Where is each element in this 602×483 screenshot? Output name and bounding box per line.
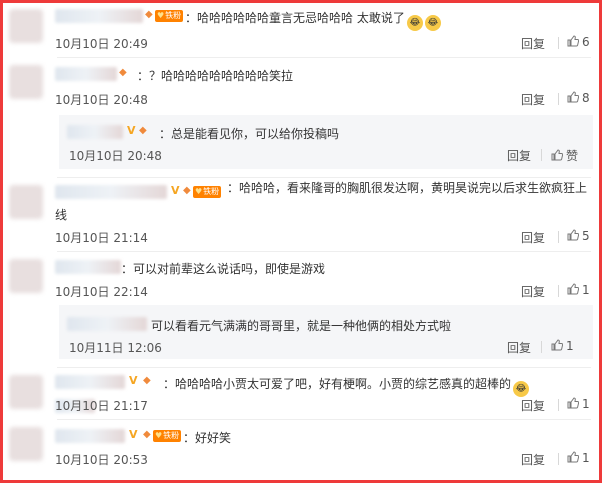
avatar[interactable] [9,427,43,461]
thumbs-up-icon [567,35,579,47]
separator [558,453,559,465]
fan-badge: ♥铁粉 [153,430,182,442]
divider [57,251,591,252]
divider [57,367,591,368]
reply-button[interactable]: 回复 [507,339,531,356]
username[interactable] [67,317,147,331]
avatar[interactable] [9,185,43,219]
like-button[interactable]: 1 [567,451,590,465]
comment-text: ：哈哈哈哈哈哈童言无忌哈哈哈 太敢说了 😂 😂 [185,9,441,31]
separator [558,37,559,49]
laughing-emoji-icon: 😂 [424,15,441,31]
v-badge-icon: V [129,374,138,387]
avatar[interactable] [9,9,43,43]
thumbs-up-icon [567,451,579,463]
avatar[interactable] [9,65,43,99]
comment-text: ：哈哈哈哈小贾太可爱了吧，好有梗啊。小贾的综艺感真的超棒的 😂 [163,375,530,397]
laughing-emoji-icon: 😂 [406,15,423,31]
thumbs-up-icon [567,229,579,241]
comment-time: 10月10日 21:14 [55,231,148,245]
fan-badge: ♥铁粉 [155,10,184,22]
comment-text: ：好好笑 [183,431,232,445]
like-button[interactable]: 1 [567,283,590,297]
avatar[interactable] [9,259,43,293]
fan-level-icon: ◆ [143,429,151,440]
comment-time: 10月10日 20:49 [55,37,148,51]
like-button[interactable]: 6 [567,35,590,49]
v-badge-icon: V [129,428,138,441]
like-button[interactable]: 1 [567,397,590,411]
comment-time: 10月10日 20:48 [55,93,148,107]
divider [57,57,591,58]
reply-button[interactable]: 回复 [521,35,545,52]
reply-button[interactable]: 回复 [521,91,545,108]
fan-level-icon: ◆ [143,375,151,386]
comment-text: ：可以对前辈这么说话吗，即使是游戏 [121,262,326,276]
username[interactable] [55,9,143,23]
username[interactable] [67,125,123,139]
avatar[interactable] [9,375,43,409]
reply-button[interactable]: 回复 [521,229,545,246]
sub-reply: V ◆ ：总是能看见你，可以给你投稿吗 10月10日 20:48 回复 赞 [59,115,593,169]
reply-button[interactable]: 回复 [507,147,531,164]
username[interactable] [55,375,125,389]
heart-icon: ♥ [155,431,163,440]
comment-time: 10月10日 20:53 [55,453,148,467]
separator [541,341,542,353]
thumbs-up-icon [551,149,563,161]
thumbs-up-icon [567,397,579,409]
fan-level-icon: ◆ [145,9,153,20]
separator [558,285,559,297]
fan-level-icon: ◆ [119,67,127,78]
thumbs-up-icon [567,91,579,103]
heart-icon: ♥ [157,11,165,20]
reply-button[interactable]: 回复 [521,397,545,414]
comment-text: ：？哈哈哈哈哈哈哈哈哈笑拉 [137,69,294,83]
comment-time: 10月10日 20:48 [69,149,162,163]
like-button[interactable]: 8 [567,91,590,105]
comment-time: 10月10日 21:17 [55,399,148,413]
comment-time: 10月10日 22:14 [55,285,148,299]
fan-level-icon: ◆ [139,125,147,136]
reply-button[interactable]: 回复 [521,451,545,468]
comment-text: 可以看看元气满满的哥哥里，就是一种他俩的相处方式啦 [151,319,452,333]
separator [558,93,559,105]
thumbs-up-icon [567,283,579,295]
separator [558,231,559,243]
comment-text: ：哈哈哈，看来隆哥的胸肌很发达啊，黄明昊说完以后求生欲疯狂上线 [55,181,588,222]
separator [541,149,542,161]
comment-time: 10月11日 12:06 [69,341,162,355]
like-button[interactable]: 赞 [551,147,578,164]
comment-text: ：总是能看见你，可以给你投稿吗 [159,127,340,141]
like-button[interactable]: 5 [567,229,590,243]
thumbs-up-icon [551,339,563,351]
separator [558,399,559,411]
username[interactable] [55,67,117,81]
like-button[interactable]: 1 [551,339,574,353]
username[interactable] [55,429,125,443]
username[interactable] [55,260,121,274]
laughing-emoji-icon: 😂 [513,381,530,397]
sub-reply: 可以看看元气满满的哥哥里，就是一种他俩的相处方式啦 10月11日 12:06 回… [59,305,593,359]
divider [57,419,591,420]
reply-button[interactable]: 回复 [521,283,545,300]
v-badge-icon: V [127,124,136,137]
comment-panel: ◆ ♥铁粉 ：哈哈哈哈哈哈童言无忌哈哈哈 太敢说了 😂 😂 10月10日 20:49… [0,0,602,483]
